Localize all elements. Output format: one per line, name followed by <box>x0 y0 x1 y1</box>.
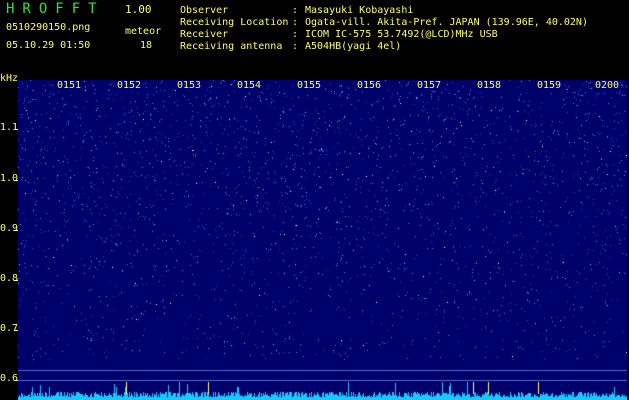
spectrogram <box>18 80 627 400</box>
axis-label: 0.8 <box>0 273 19 284</box>
time-label: 0157 <box>416 80 443 91</box>
axis-label: 0.7 <box>0 323 19 334</box>
receiver-value: ICOM IC-575 53.7492(@LCD)MHz USB <box>305 29 498 40</box>
axis-label: 1.0 <box>0 173 19 184</box>
colon: : <box>292 29 299 40</box>
time-label: 0159 <box>536 80 563 91</box>
app-title: HROFFT <box>6 1 105 17</box>
antenna-value: A504HB(yagi 4el) <box>305 41 402 52</box>
colon: : <box>292 17 299 28</box>
filename-label: 0510290150.png <box>6 22 91 33</box>
time-label: 0151 <box>56 80 83 91</box>
location-value: Ogata-vill. Akita-Pref. JAPAN (139.96E, … <box>305 17 588 28</box>
colon: : <box>292 5 299 16</box>
axis-label: 1.1 <box>0 122 19 133</box>
meteor-label: meteor <box>125 26 162 37</box>
app-version: 1.00 <box>125 3 152 16</box>
time-label: 0154 <box>236 80 263 91</box>
time-label: 0152 <box>116 80 143 91</box>
antenna-label: Receiving antenna <box>180 41 283 52</box>
axis-unit: kHz <box>0 73 19 84</box>
observer-label: Observer <box>180 5 229 16</box>
time-label: 0153 <box>176 80 203 91</box>
datetime-label: 05.10.29 01:50 <box>6 40 91 51</box>
observer-value: Masayuki Kobayashi <box>305 5 414 16</box>
colon: : <box>292 41 299 52</box>
time-label: 0156 <box>356 80 383 91</box>
location-label: Receiving Location <box>180 17 289 28</box>
time-label: 0200 <box>594 80 621 91</box>
receiver-label: Receiver <box>180 29 229 40</box>
time-label: 0155 <box>296 80 323 91</box>
axis-label: 0.6 <box>0 373 19 384</box>
axis-label: 0.9 <box>0 223 19 234</box>
meteor-count: 18 <box>140 40 153 51</box>
time-label: 0158 <box>476 80 503 91</box>
